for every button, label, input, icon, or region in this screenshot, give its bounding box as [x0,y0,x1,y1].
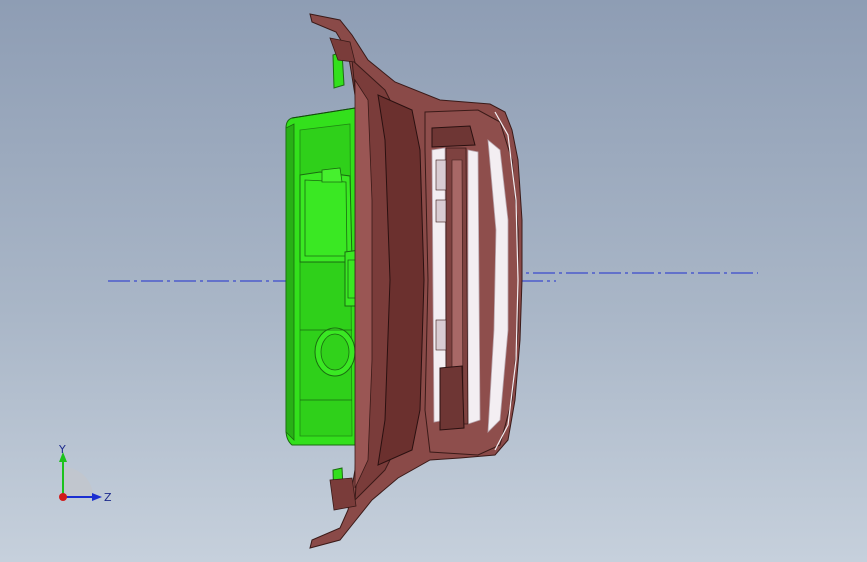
x-axis-origin [59,493,67,501]
triad-quadrant [63,467,93,497]
green-housing-part[interactable] [285,51,361,507]
graphics-viewport[interactable]: Y Z [0,0,867,562]
z-axis-arrow [92,493,102,501]
z-axis-label: Z [104,491,112,504]
orientation-triad: Y Z [58,443,112,504]
cad-model-scene[interactable] [0,0,867,562]
y-axis-label: Y [58,443,66,456]
